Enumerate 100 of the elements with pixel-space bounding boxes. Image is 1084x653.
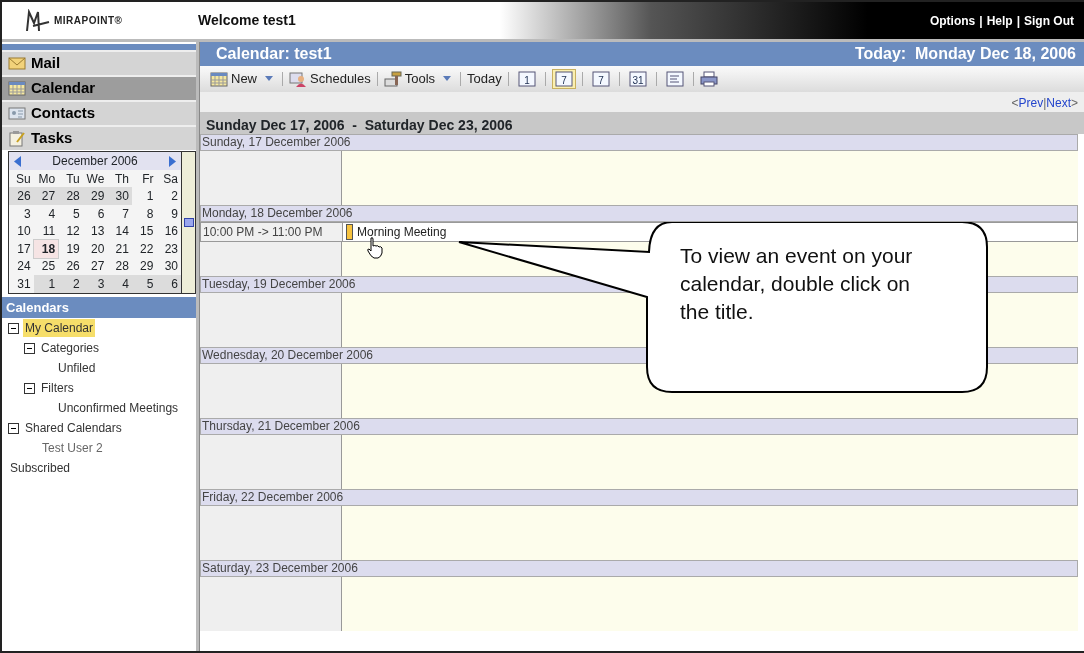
address-card-icon: [8, 105, 26, 122]
collapse-toggle[interactable]: [24, 382, 35, 394]
calendar-day[interactable]: 16: [156, 222, 182, 241]
calendar-day[interactable]: 5: [58, 204, 83, 223]
toolbar-button[interactable]: Schedules: [289, 69, 371, 89]
calendar-day[interactable]: 27: [33, 187, 59, 206]
calendar-day[interactable]: 21: [107, 239, 132, 258]
calendar-day[interactable]: 29: [82, 187, 108, 206]
calendar-day[interactable]: 5: [131, 274, 157, 293]
event-marker: [346, 224, 353, 240]
tree-item[interactable]: Categories: [39, 339, 102, 357]
calendar-day[interactable]: 13: [82, 222, 108, 241]
clipboard-icon: [8, 130, 26, 147]
toolbar-button[interactable]: Today: [467, 69, 502, 89]
calendar-icon: [8, 80, 26, 97]
calendar-day[interactable]: 11: [33, 222, 59, 241]
calendar-day[interactable]: 6: [156, 274, 182, 293]
day-header: Sunday, 17 December 2006: [200, 134, 1078, 151]
calendar-day[interactable]: 4: [33, 204, 59, 223]
next-month-arrow[interactable]: [168, 154, 177, 168]
calendar-day[interactable]: 7: [107, 204, 132, 223]
print-icon[interactable]: [699, 71, 718, 87]
nav-item[interactable]: Calendar: [2, 75, 196, 100]
calendar-icon: [210, 70, 228, 88]
calendar-day[interactable]: 1: [33, 274, 59, 293]
calendar-day[interactable]: 29: [131, 257, 157, 276]
calendar-day[interactable]: 8: [131, 204, 157, 223]
calendar-day[interactable]: 30: [156, 257, 182, 276]
calendar-title: Calendar: test1: [216, 44, 332, 64]
calendar-day[interactable]: 25: [33, 257, 59, 276]
calendar-day[interactable]: 26: [9, 187, 34, 206]
next-link[interactable]: Next: [1046, 96, 1071, 110]
header-link[interactable]: Options: [929, 11, 976, 30]
logo-icon: [24, 8, 50, 33]
header-link[interactable]: Sign Out: [1024, 11, 1074, 30]
separator: |: [1043, 96, 1047, 110]
hammer-icon: [383, 70, 402, 88]
calendar-day[interactable]: 18: [33, 239, 59, 258]
calendar-day[interactable]: 20: [82, 239, 108, 258]
person-icon: [289, 70, 307, 88]
scroll-thumb[interactable]: [183, 217, 194, 227]
section-header: Calendars: [2, 296, 196, 318]
collapse-toggle[interactable]: [8, 422, 19, 434]
tree-item[interactable]: Test User 2: [40, 439, 105, 457]
bracket-glyph: <: [1011, 96, 1019, 110]
tree-item[interactable]: Unfiled: [56, 359, 98, 377]
weekday-label: Su: [14, 170, 32, 188]
calendar-day[interactable]: 19: [58, 239, 83, 258]
calendar-day[interactable]: 6: [82, 204, 108, 223]
day-header: Thursday, 21 December 2006: [200, 418, 1078, 435]
nav-item[interactable]: Mail: [2, 50, 196, 75]
calendar-day[interactable]: 12: [58, 222, 83, 241]
event-title[interactable]: Morning Meeting: [357, 223, 447, 241]
tree-item[interactable]: Subscribed: [8, 459, 73, 477]
bracket-glyph: >: [1071, 96, 1078, 110]
menu-button[interactable]: Tools: [383, 69, 455, 89]
tree-item[interactable]: Unconfirmed Meetings: [56, 399, 181, 417]
calendar-day[interactable]: 26: [58, 257, 83, 276]
calendar-day[interactable]: 2: [58, 274, 83, 293]
calendar-day[interactable]: 14: [107, 222, 132, 241]
tree-item[interactable]: Filters: [39, 379, 76, 397]
calendar-day[interactable]: 17: [9, 239, 34, 258]
calendar-day[interactable]: 22: [131, 239, 157, 258]
menu-button[interactable]: New: [210, 69, 276, 89]
mail-icon: [8, 55, 26, 72]
weekday-label: Mo: [37, 170, 57, 188]
calendar-day[interactable]: 23: [156, 239, 182, 258]
calendar-day[interactable]: 24: [9, 257, 34, 276]
calendar-day[interactable]: 2: [156, 187, 182, 206]
calendar-day[interactable]: 31: [9, 274, 34, 293]
calendar-day[interactable]: 27: [82, 257, 108, 276]
calendar-day[interactable]: 3: [9, 204, 34, 223]
tree-item[interactable]: My Calendar: [23, 319, 96, 337]
list-view-icon[interactable]: [665, 71, 684, 87]
weekday-label: Tu: [65, 170, 81, 188]
calendar-day[interactable]: 4: [107, 274, 132, 293]
nav-item[interactable]: Tasks: [2, 125, 196, 150]
view-button[interactable]: 7: [551, 69, 576, 89]
weekday-label: Sa: [162, 170, 180, 188]
calendar-day[interactable]: 1: [131, 187, 157, 206]
calendar-day[interactable]: 28: [107, 257, 132, 276]
callout-text: To view an event on your calendar, double click on the title.: [680, 243, 914, 325]
event-time: 10:00 PM -> 11:00 PM: [201, 223, 343, 241]
calendar-day[interactable]: 3: [82, 274, 108, 293]
calendar-day[interactable]: 10: [9, 222, 34, 241]
collapse-toggle[interactable]: [8, 322, 19, 334]
calendar-day[interactable]: 30: [107, 187, 132, 206]
day-header: Saturday, 23 December 2006: [200, 560, 1078, 577]
calendar-day[interactable]: 28: [58, 187, 83, 206]
logo-text: MIRAPOINT®: [54, 14, 123, 28]
weekday-label: Fr: [141, 170, 155, 188]
previous-month-arrow[interactable]: [13, 154, 22, 168]
header-link[interactable]: Help: [986, 11, 1013, 30]
nav-item[interactable]: Contacts: [2, 100, 196, 125]
day-header: Monday, 18 December 2006: [200, 205, 1078, 222]
collapse-toggle[interactable]: [24, 342, 35, 354]
calendar-day[interactable]: 9: [156, 204, 182, 223]
month-title: December 2006: [52, 153, 138, 170]
calendar-day[interactable]: 15: [131, 222, 157, 241]
tree-item[interactable]: Shared Calendars: [23, 419, 124, 437]
